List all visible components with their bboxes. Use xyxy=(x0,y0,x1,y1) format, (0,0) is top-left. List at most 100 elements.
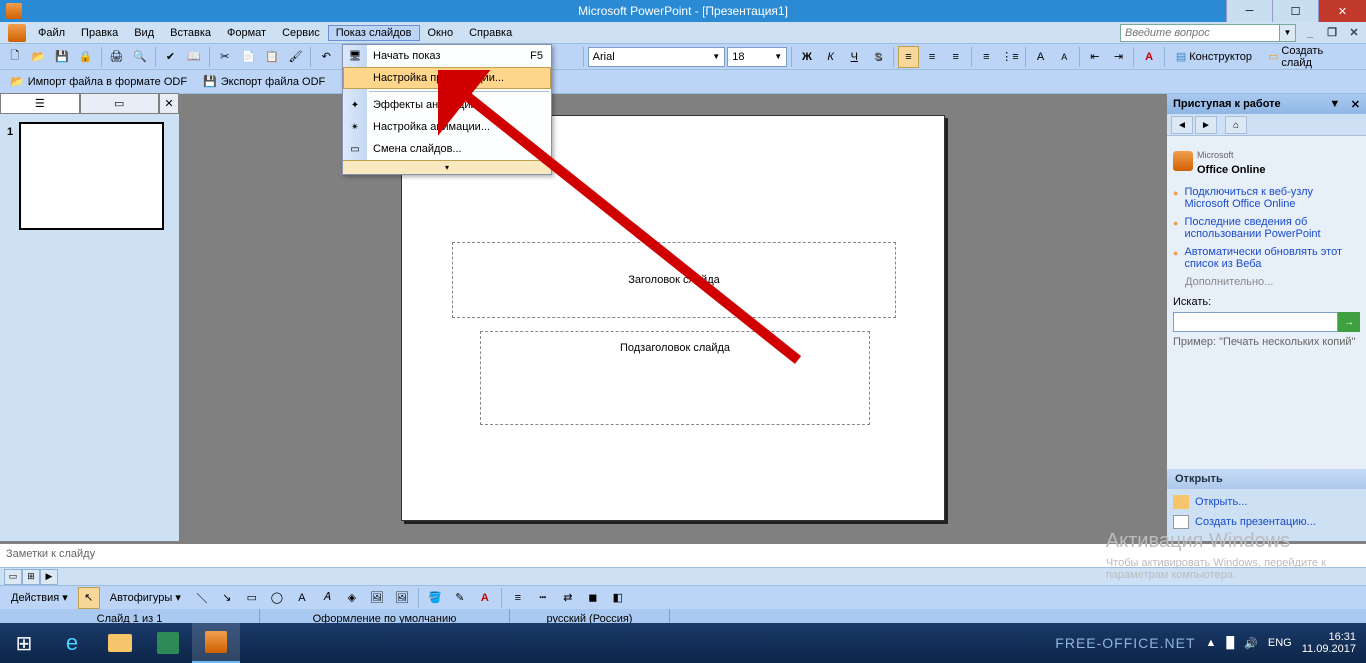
menu-window[interactable]: Окно xyxy=(420,25,462,41)
link-auto-update[interactable]: Автоматически обновлять этот список из В… xyxy=(1173,246,1360,270)
new-slide-button[interactable]: ▭Создать слайд xyxy=(1261,46,1362,68)
tab-slides[interactable]: ▭ xyxy=(80,93,160,113)
align-right-icon[interactable]: ≡ xyxy=(945,46,967,68)
menuitem-custom-animation[interactable]: ✴ Настройка анимации... xyxy=(343,116,551,138)
dash-style-icon[interactable]: ┅ xyxy=(532,587,554,609)
menu-edit[interactable]: Правка xyxy=(73,25,126,41)
menuitem-animation-schemes[interactable]: ✦ Эффекты анимации... xyxy=(343,94,551,116)
question-dropdown[interactable]: ▼ xyxy=(1280,24,1296,42)
menu-file[interactable]: Файл xyxy=(30,25,73,41)
decrease-indent-icon[interactable]: ⇤ xyxy=(1084,46,1106,68)
tray-lang[interactable]: ENG xyxy=(1268,637,1292,649)
odf-export-button[interactable]: 💾Экспорт файла ODF xyxy=(197,71,331,93)
taskbar-powerpoint-icon[interactable] xyxy=(192,623,240,663)
clipart-icon[interactable]: 🖼 xyxy=(366,587,388,609)
shadow-icon[interactable]: S xyxy=(867,46,889,68)
link-more[interactable]: Дополнительно... xyxy=(1185,276,1360,288)
question-input[interactable] xyxy=(1120,24,1280,42)
format-painter-icon[interactable]: 🖌 xyxy=(285,46,307,68)
create-presentation-link[interactable]: Создать презентацию... xyxy=(1173,515,1360,529)
slide-title-placeholder[interactable]: Заголовок слайда xyxy=(452,242,896,318)
menu-format[interactable]: Формат xyxy=(219,25,274,41)
mdi-restore[interactable]: ❐ xyxy=(1324,26,1340,39)
slide-editor[interactable]: Заголовок слайда Подзаголовок слайда xyxy=(180,94,1166,541)
oval-icon[interactable]: ◯ xyxy=(266,587,288,609)
menu-tools[interactable]: Сервис xyxy=(274,25,328,41)
menu-slideshow[interactable]: Показ слайдов xyxy=(328,25,420,41)
bold-icon[interactable]: Ж xyxy=(796,46,818,68)
tray-clock[interactable]: 16:31 11.09.2017 xyxy=(1302,631,1356,655)
picture-icon[interactable]: 🖼 xyxy=(391,587,413,609)
increase-font-icon[interactable]: A xyxy=(1030,46,1052,68)
nav-home-icon[interactable]: ⌂ xyxy=(1225,116,1247,134)
open-file-link[interactable]: Открыть... xyxy=(1173,495,1360,509)
new-icon[interactable]: 🗋 xyxy=(4,46,26,68)
nav-fwd-icon[interactable]: ► xyxy=(1195,116,1217,134)
taskbar-explorer-icon[interactable] xyxy=(96,623,144,663)
menuitem-setup-show[interactable]: Настройка презентации... xyxy=(343,67,551,89)
tray-flag-icon[interactable]: ▲ xyxy=(1206,637,1217,649)
search-go-button[interactable]: → xyxy=(1338,312,1360,332)
search-input[interactable] xyxy=(1173,312,1338,332)
align-left-icon[interactable]: ≡ xyxy=(898,46,920,68)
mdi-close[interactable]: ✕ xyxy=(1346,26,1362,39)
align-center-icon[interactable]: ≡ xyxy=(921,46,943,68)
minimize-button[interactable]: ─ xyxy=(1226,0,1272,22)
cut-icon[interactable]: ✂ xyxy=(214,46,236,68)
maximize-button[interactable]: ☐ xyxy=(1272,0,1318,22)
taskpane-dropdown-icon[interactable]: ▼ xyxy=(1329,98,1340,111)
taskbar-ie-icon[interactable]: e xyxy=(48,623,96,663)
taskpane-close-icon[interactable]: ✕ xyxy=(1351,98,1360,111)
spelling-icon[interactable]: ✔ xyxy=(160,46,182,68)
nav-back-icon[interactable]: ◄ xyxy=(1171,116,1193,134)
font-color-icon[interactable]: A xyxy=(1138,46,1160,68)
menuitem-start-show[interactable]: 🖥 Начать показF5 xyxy=(343,45,551,67)
slide-thumbnail-1[interactable] xyxy=(19,122,164,230)
menu-view[interactable]: Вид xyxy=(126,25,162,41)
increase-indent-icon[interactable]: ⇥ xyxy=(1108,46,1130,68)
close-button[interactable]: ✕ xyxy=(1318,0,1366,22)
tray-volume-icon[interactable]: 🔊 xyxy=(1244,637,1258,650)
fill-color-icon[interactable]: 🪣 xyxy=(424,587,446,609)
line-color-icon[interactable]: ✎ xyxy=(449,587,471,609)
link-latest-info[interactable]: Последние сведения об использовании Powe… xyxy=(1173,216,1360,240)
start-button[interactable]: ⊞ xyxy=(0,623,48,663)
menu-help[interactable]: Справка xyxy=(461,25,520,41)
slide-subtitle-placeholder[interactable]: Подзаголовок слайда xyxy=(480,331,870,425)
taskbar-store-icon[interactable] xyxy=(144,623,192,663)
save-icon[interactable]: 💾 xyxy=(51,46,73,68)
font-color-draw-icon[interactable]: A xyxy=(474,587,496,609)
paste-icon[interactable]: 📋 xyxy=(261,46,283,68)
textbox-icon[interactable]: A xyxy=(291,587,313,609)
mdi-minimize[interactable]: _ xyxy=(1302,27,1318,39)
fontsize-select[interactable]: 18▼ xyxy=(727,47,787,67)
undo-icon[interactable]: ↶ xyxy=(315,46,337,68)
select-icon[interactable]: ↖ xyxy=(78,587,100,609)
designer-button[interactable]: ▤Конструктор xyxy=(1169,46,1259,68)
3d-style-icon[interactable]: ◧ xyxy=(607,587,629,609)
slideshow-view-icon[interactable]: ▶ xyxy=(40,569,58,585)
research-icon[interactable]: 📖 xyxy=(183,46,205,68)
normal-view-icon[interactable]: ▭ xyxy=(4,569,22,585)
italic-icon[interactable]: К xyxy=(820,46,842,68)
tab-outline[interactable]: ☰ xyxy=(0,93,80,113)
wordart-icon[interactable]: 𝐴 xyxy=(316,587,338,609)
arrow-icon[interactable]: ↘ xyxy=(216,587,238,609)
open-icon[interactable]: 📂 xyxy=(28,46,50,68)
link-connect-office[interactable]: Подключиться к веб-узлу Microsoft Office… xyxy=(1173,186,1360,210)
draw-actions[interactable]: Действия▾ xyxy=(4,587,75,609)
underline-icon[interactable]: Ч xyxy=(843,46,865,68)
copy-icon[interactable]: 📄 xyxy=(238,46,260,68)
diagram-icon[interactable]: ◈ xyxy=(341,587,363,609)
menuitem-slide-transition[interactable]: ▭ Смена слайдов... xyxy=(343,138,551,160)
bullet-list-icon[interactable]: ⋮≡ xyxy=(999,46,1021,68)
menu-insert[interactable]: Вставка xyxy=(162,25,219,41)
decrease-font-icon[interactable]: A xyxy=(1053,46,1075,68)
odf-import-button[interactable]: 📂Импорт файла в формате ODF xyxy=(4,71,193,93)
numbered-list-icon[interactable]: ≡ xyxy=(976,46,998,68)
font-select[interactable]: Arial▼ xyxy=(588,47,726,67)
tray-network-icon[interactable]: █ xyxy=(1226,637,1234,649)
rectangle-icon[interactable]: ▭ xyxy=(241,587,263,609)
permission-icon[interactable]: 🔒 xyxy=(75,46,97,68)
line-icon[interactable]: ＼ xyxy=(191,587,213,609)
